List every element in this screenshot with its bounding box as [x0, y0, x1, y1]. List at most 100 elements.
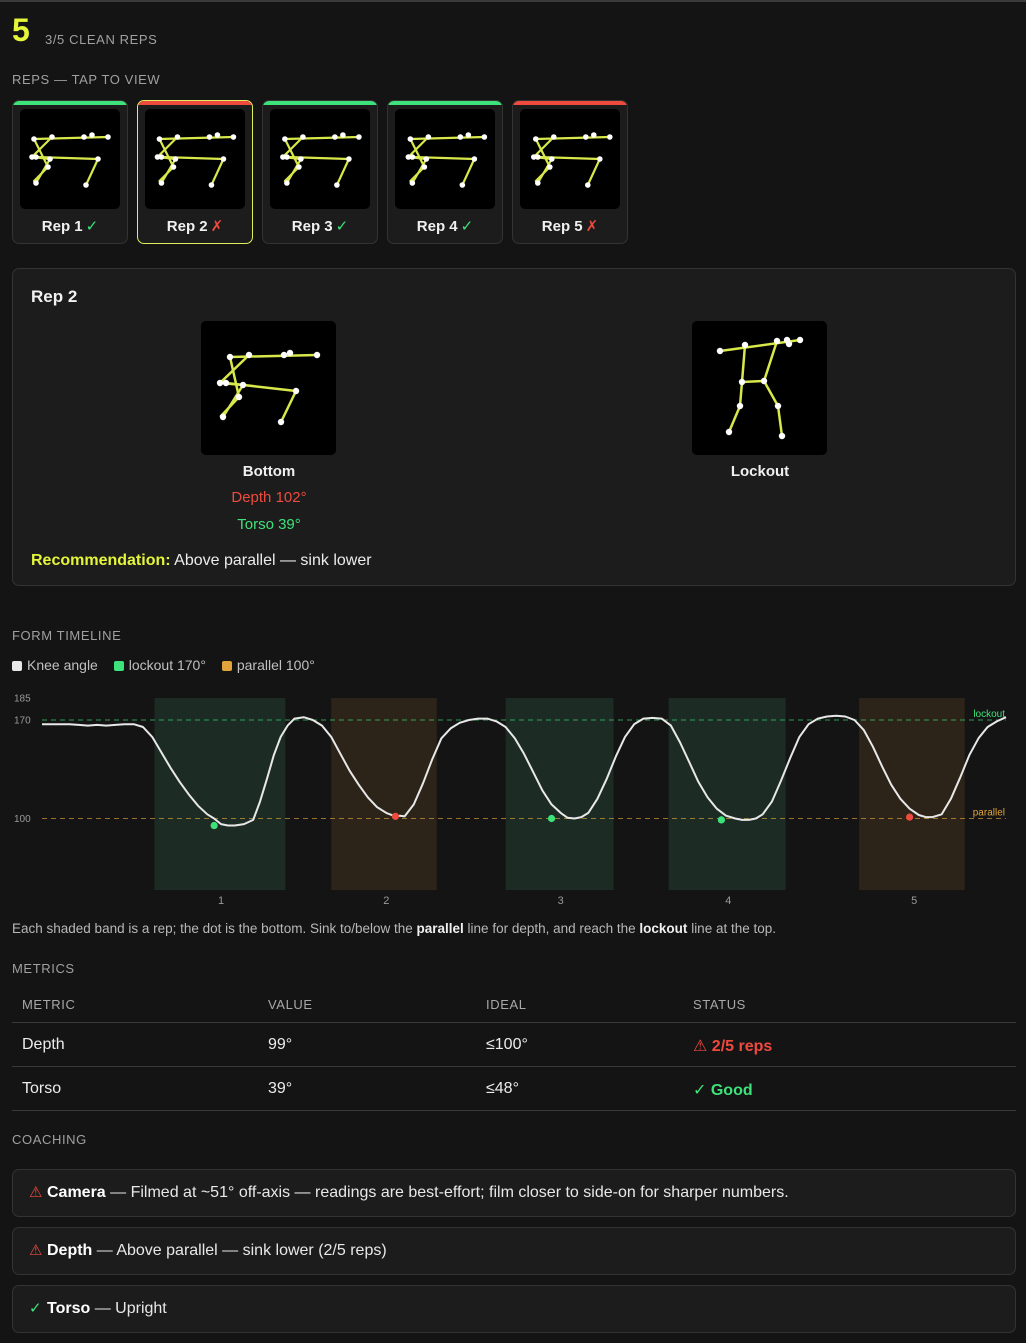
- x-tick-label: 5: [911, 895, 917, 907]
- status-depth: ⚠ 2/5 reps: [693, 1038, 773, 1055]
- status-torso: ✓ Good: [693, 1082, 753, 1099]
- x-tick-label: 1: [218, 895, 224, 907]
- knee-angle-chart: 1 2 3 4 5 185 170 100 lockout parallel: [14, 694, 1007, 907]
- warning-icon: ⚠: [29, 1184, 43, 1201]
- coaching-item-torso: ✓ Torso — Upright: [12, 1285, 1016, 1333]
- metric-torso: Torso: [22, 1080, 62, 1097]
- rep-card-5[interactable]: Rep 5 ✗: [512, 100, 628, 244]
- note-text-2: line for depth, and reach the: [463, 921, 640, 936]
- rep-bottom-dot-3: [547, 814, 556, 823]
- rep-bottom-dot-1: [210, 821, 218, 830]
- rep-card-label: Rep 2 ✗: [138, 217, 252, 235]
- rep-status-bar: [513, 101, 627, 105]
- legend-lockout: lockout 170°: [128, 657, 206, 673]
- rep-bottom-dot-4: [717, 816, 725, 824]
- y-tick-label: 185: [14, 694, 31, 705]
- rep-band-1: [154, 698, 286, 890]
- coaching-section-label: COACHING: [12, 1132, 87, 1147]
- value-torso: 39°: [268, 1080, 293, 1097]
- rep-card-label: Rep 3 ✓: [263, 217, 377, 235]
- note-text-3: line at the top.: [687, 921, 776, 936]
- knee-swatch: [12, 661, 22, 671]
- value-depth: 99°: [268, 1036, 293, 1053]
- warning-icon: ⚠: [29, 1242, 43, 1259]
- rep-band-3: [505, 698, 614, 890]
- table-divider: [12, 1022, 1016, 1023]
- coaching-text: — Filmed at ~51° off-axis — readings are…: [105, 1184, 789, 1201]
- rep-label-text: Rep 5: [541, 218, 583, 235]
- timeline-legend: Knee angle lockout 170° parallel 100°: [12, 657, 315, 673]
- rep-card-2[interactable]: Rep 2 ✗: [137, 100, 253, 244]
- lockout-skeleton: [716, 336, 804, 440]
- col-metric: METRIC: [22, 997, 76, 1012]
- rep-band-2: [331, 698, 437, 890]
- depth-reading: Depth 102°: [231, 489, 307, 506]
- parallel-swatch: [221, 661, 232, 671]
- x-tick-label: 3: [558, 895, 564, 907]
- parallel-line-label: parallel: [973, 808, 1005, 819]
- lockout-swatch: [113, 661, 124, 671]
- col-value: VALUE: [268, 997, 313, 1012]
- check-icon: ✓: [460, 218, 474, 235]
- rep-card-label: Rep 1 ✓: [13, 217, 127, 235]
- rep-band-5: [859, 698, 965, 890]
- note-lockout: lockout: [639, 921, 688, 936]
- check-icon: ✓: [29, 1300, 42, 1317]
- rep-status-bar: [13, 101, 127, 105]
- torso-reading: Torso 39°: [237, 516, 301, 533]
- rep-band-4: [668, 698, 786, 890]
- ideal-torso: ≤48°: [486, 1080, 519, 1097]
- rep-card-3[interactable]: Rep 3 ✓: [262, 100, 378, 244]
- bottom-pose-image: [201, 321, 336, 455]
- reps-section-label: REPS — TAP TO VIEW: [12, 72, 161, 87]
- rep-thumbnail: [270, 109, 370, 209]
- ideal-depth: ≤100°: [486, 1036, 528, 1053]
- recommendation-text: Above parallel — sink lower: [174, 552, 372, 569]
- bottom-caption: Bottom: [242, 463, 296, 480]
- col-ideal: IDEAL: [486, 997, 527, 1012]
- timeline-note: Each shaded band is a rep; the dot is th…: [12, 921, 776, 936]
- rep-status-bar: [388, 101, 502, 105]
- note-parallel: parallel: [416, 921, 464, 936]
- metric-depth: Depth: [22, 1036, 65, 1053]
- coaching-title: Depth: [47, 1242, 93, 1259]
- clean-score: 5: [12, 12, 30, 48]
- rep-card-label: Rep 4 ✓: [388, 217, 502, 235]
- y-tick-label: 170: [14, 716, 31, 727]
- rep-thumbnail: [395, 109, 495, 209]
- check-icon: ✓: [85, 218, 99, 235]
- recommendation: Recommendation: Above parallel — sink lo…: [31, 552, 372, 570]
- bottom-skeleton: [216, 349, 321, 426]
- legend-knee: Knee angle: [27, 657, 98, 673]
- coaching-title: Torso: [47, 1300, 91, 1317]
- lockout-pose-image: [692, 321, 827, 455]
- rep-card-1[interactable]: Rep 1 ✓: [12, 100, 128, 244]
- rep-thumbnail: [520, 109, 620, 209]
- rep-label-text: Rep 4: [416, 218, 458, 235]
- coaching-item-depth: ⚠ Depth — Above parallel — sink lower (2/…: [12, 1227, 1016, 1275]
- rep-bottom-dot-2: [391, 812, 400, 820]
- rep-thumbnail: [145, 109, 245, 209]
- table-divider: [12, 1066, 1016, 1067]
- timeline-section-label: FORM TIMELINE: [12, 628, 122, 643]
- table-divider: [12, 1110, 1016, 1111]
- rep-label-text: Rep 1: [41, 218, 83, 235]
- rep-card-4[interactable]: Rep 4 ✓: [387, 100, 503, 244]
- rep-thumbnail: [20, 109, 120, 209]
- x-tick-label: 2: [383, 895, 389, 907]
- coaching-item-camera: ⚠ Camera — Filmed at ~51° off-axis — read…: [12, 1169, 1016, 1217]
- lockout-caption: Lockout: [730, 463, 790, 480]
- cross-icon: ✗: [585, 218, 599, 235]
- metrics-section-label: METRICS: [12, 961, 75, 976]
- legend-parallel: parallel 100°: [236, 657, 315, 673]
- note-text-1: Each shaded band is a rep; the dot is th…: [12, 921, 417, 936]
- rep-detail-panel: Rep 2 Bottom Depth 102° Torso 39° Lockou…: [12, 268, 1016, 586]
- rep-card-label: Rep 5 ✗: [513, 217, 627, 235]
- coaching-text: — Above parallel — sink lower (2/5 reps): [92, 1242, 387, 1259]
- rep-bottom-dot-5: [906, 813, 914, 821]
- rep-status-bar: [263, 101, 377, 105]
- rep-detail-title: Rep 2: [31, 287, 78, 306]
- rep-label-text: Rep 2: [166, 218, 208, 235]
- recommendation-label: Recommendation:: [31, 552, 171, 569]
- y-tick-label: 100: [14, 814, 31, 825]
